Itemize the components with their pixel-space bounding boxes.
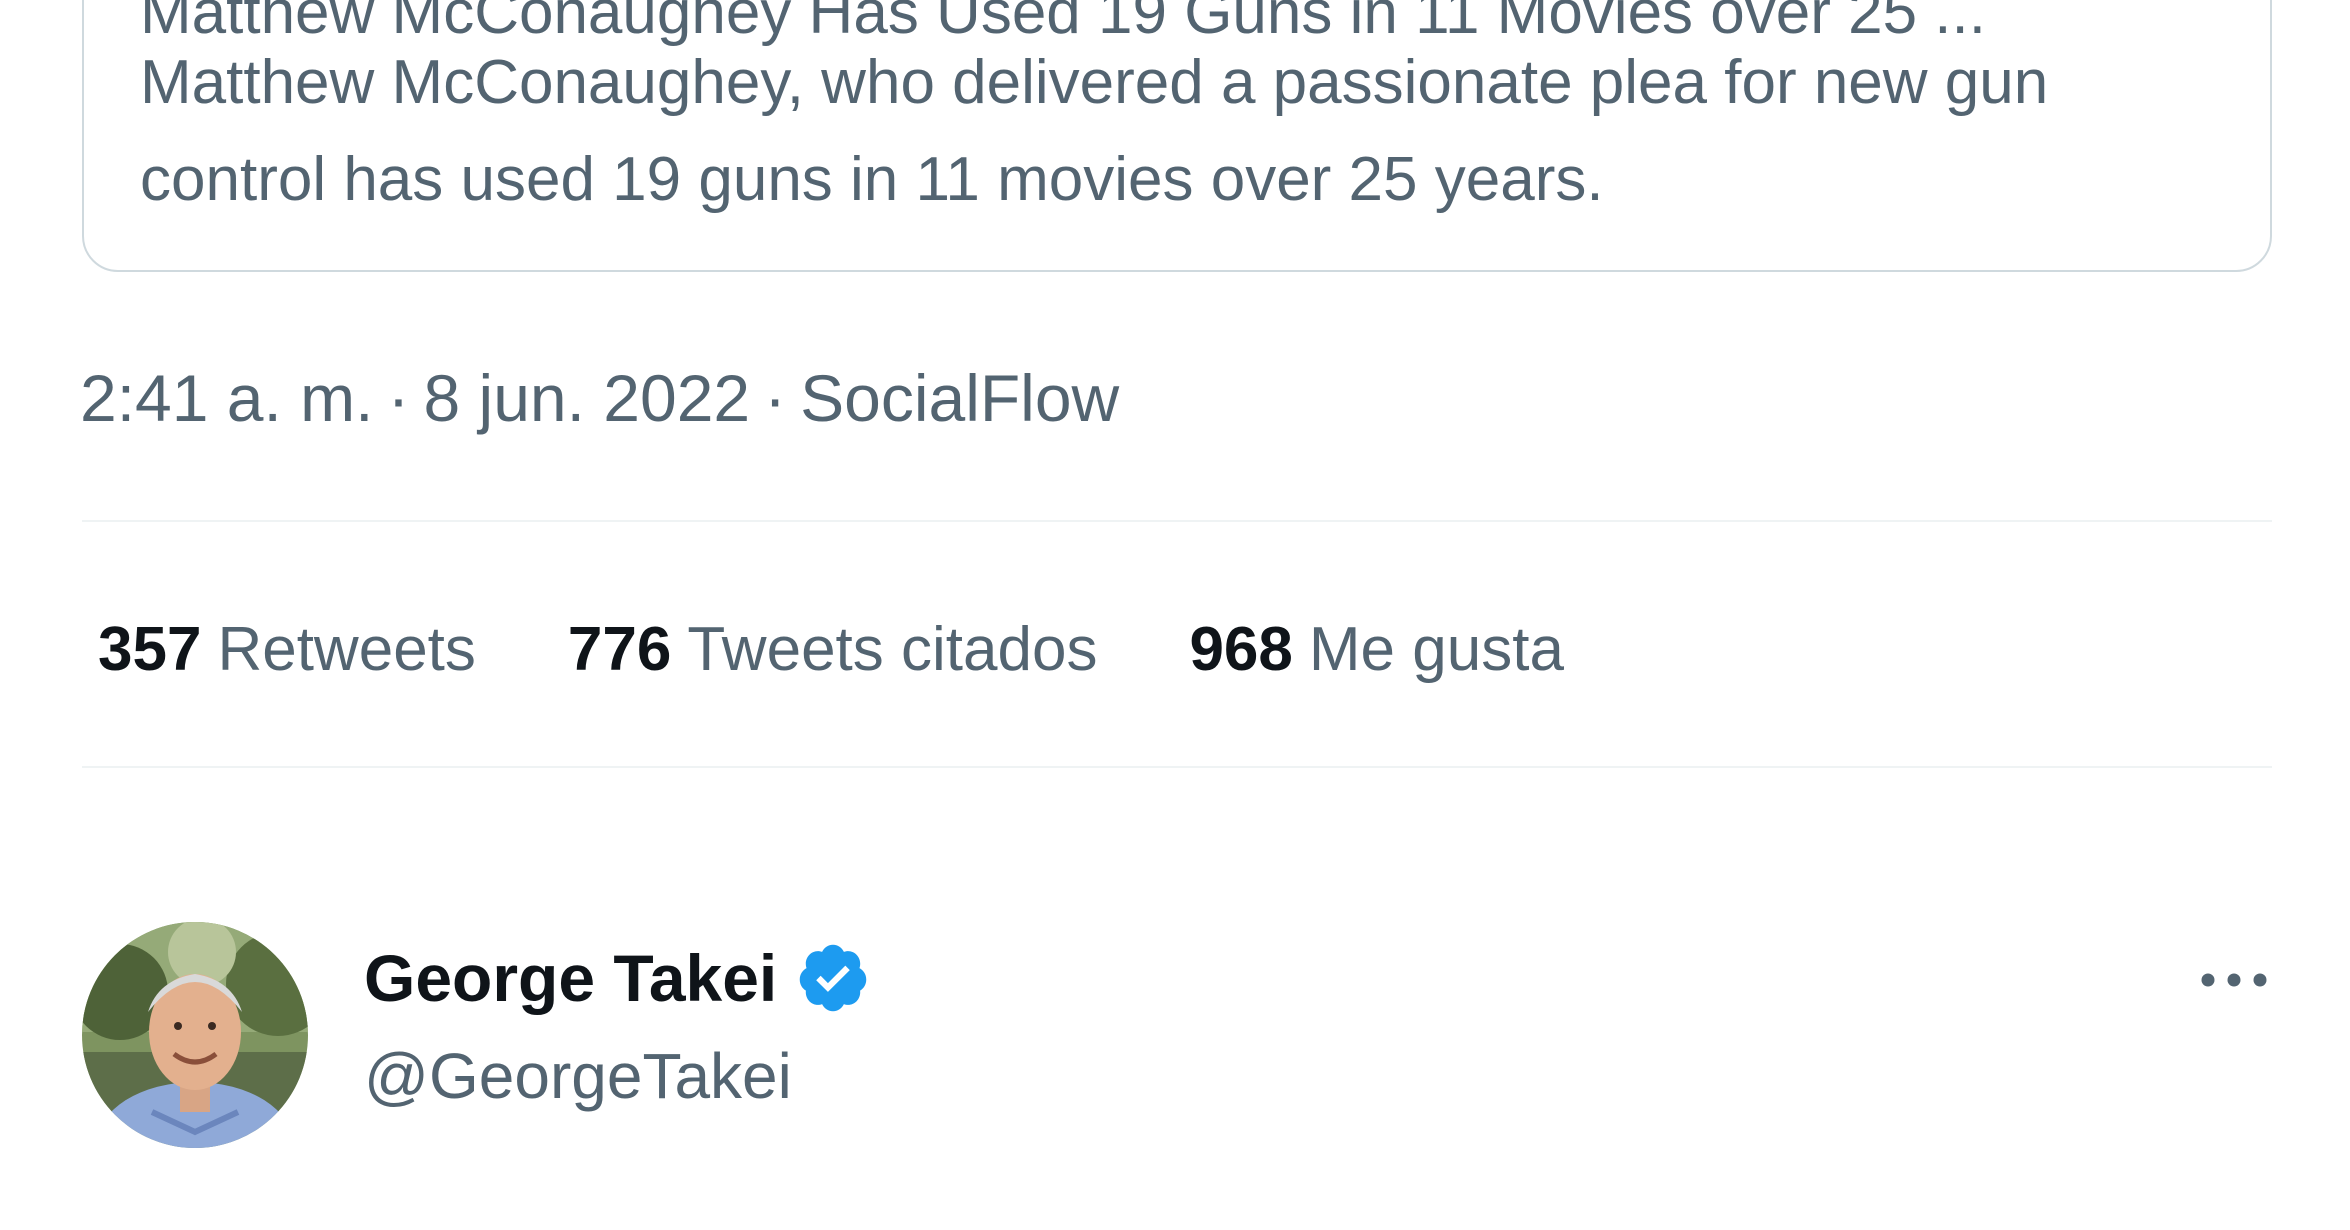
likes-label: Me gusta (1308, 615, 1564, 684)
retweets-label: Retweets (217, 615, 476, 684)
author-display-name[interactable]: George Takei (364, 938, 777, 1018)
avatar[interactable] (82, 922, 308, 1148)
tweet-detail-view: Matthew McConaughey Has Used 19 Guns in … (0, 0, 2350, 1230)
divider (82, 520, 2272, 522)
quote-tweets-stat[interactable]: 776 Tweets citados (568, 605, 1098, 695)
meta-separator: · (387, 361, 410, 435)
meta-separator: · (764, 361, 787, 435)
retweets-count: 357 (98, 615, 202, 684)
verified-badge-icon (800, 944, 867, 1012)
retweets-stat[interactable]: 357 Retweets (98, 605, 476, 695)
more-dots (2201, 973, 2267, 987)
author-handle[interactable]: @GeorgeTakei (364, 1036, 792, 1116)
engagement-stats: 357 Retweets 776 Tweets citados 968 Me gust… (98, 605, 1564, 695)
tweet-source-link[interactable]: SocialFlow (800, 361, 1119, 435)
quote-tweets-count: 776 (567, 615, 672, 684)
likes-count: 968 (1189, 615, 1293, 684)
tweet-date[interactable]: 8 jun. 2022 (423, 361, 750, 435)
tweet-time[interactable]: 2:41 a. m. (80, 361, 374, 435)
author-name-row: George Takei (364, 938, 871, 1018)
quote-tweets-label: Tweets citados (687, 615, 1098, 684)
avatar-photo (82, 922, 308, 1148)
quoted-tweet-card[interactable]: Matthew McConaughey Has Used 19 Guns in … (82, 0, 2272, 272)
more-options-icon[interactable] (2194, 950, 2274, 1010)
tweet-metadata: 2:41 a. m. · 8 jun. 2022 · SocialFlow (80, 358, 1119, 438)
divider (82, 766, 2272, 768)
likes-stat[interactable]: 968 Me gusta (1189, 605, 1563, 695)
quoted-tweet-text: Matthew McConaughey, who delivered a pas… (140, 48, 2049, 214)
